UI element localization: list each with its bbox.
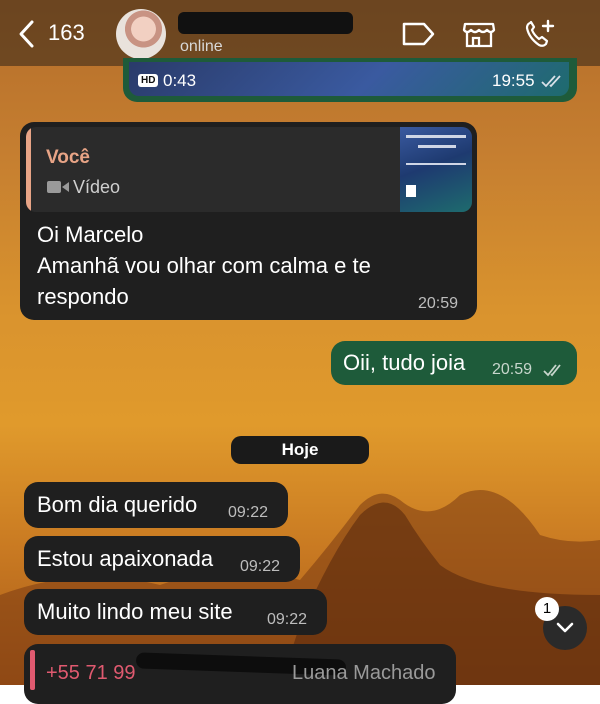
contact-phone: +55 71 99 <box>46 662 136 684</box>
reply-message-text: Oi Marcelo Amanhã vou olhar com calma e … <box>37 219 437 312</box>
reply-time: 20:59 <box>418 295 459 312</box>
incoming-message-text: Muito lindo meu site <box>37 599 233 624</box>
contact-name-redacted[interactable] <box>178 12 353 34</box>
incoming-message-time: 09:22 <box>240 558 281 575</box>
contact-status: online <box>180 38 223 55</box>
chevron-down-icon <box>556 622 574 633</box>
quote-author: Você <box>46 147 91 168</box>
outgoing-video-bubble[interactable]: HD 0:43 19:55 <box>123 58 577 102</box>
incoming-message-time: 09:22 <box>228 504 269 521</box>
outgoing-message-time: 20:59 <box>492 361 533 378</box>
read-ticks-icon <box>543 364 561 377</box>
incoming-message-bubble[interactable]: Muito lindo meu site 09:22 <box>24 589 327 635</box>
video-time: 19:55 <box>492 71 535 90</box>
reply-line-3: respondo <box>37 284 129 309</box>
outgoing-message-bubble[interactable]: Oii, tudo joia 20:59 <box>331 341 577 385</box>
outgoing-message-text: Oii, tudo joia <box>343 350 466 375</box>
quote-accent-bar <box>26 127 31 212</box>
contact-avatar[interactable] <box>116 9 166 59</box>
contact-card-bubble[interactable]: +55 71 99 Luana Machado <box>24 644 456 704</box>
incoming-reply-bubble[interactable]: Você Vídeo Oi Marcelo Amanhã vou olhar c… <box>20 122 477 320</box>
date-separator: Hoje <box>231 436 369 464</box>
reply-line-1: Oi Marcelo <box>37 222 144 247</box>
unread-count-badge: 1 <box>535 597 559 621</box>
video-camera-icon <box>47 181 69 193</box>
contact-name: Luana Machado <box>292 662 436 684</box>
catalog-store-icon[interactable] <box>461 18 497 50</box>
quote-thumbnail <box>400 127 472 212</box>
back-unread-count[interactable]: 163 <box>48 20 85 46</box>
chat-header: 163 online <box>0 0 600 66</box>
quoted-message[interactable]: Você Vídeo <box>26 127 472 212</box>
video-duration: 0:43 <box>163 71 197 90</box>
incoming-message-text: Estou apaixonada <box>37 546 214 571</box>
label-tag-icon[interactable] <box>400 18 436 50</box>
reply-line-2: Amanhã vou olhar com calma e te <box>37 253 371 278</box>
incoming-message-text: Bom dia querido <box>37 492 198 517</box>
contact-accent-bar <box>30 650 35 690</box>
read-ticks-icon <box>541 75 561 88</box>
back-chevron-icon[interactable] <box>16 18 38 50</box>
incoming-message-bubble[interactable]: Bom dia querido 09:22 <box>24 482 288 528</box>
hd-badge: HD <box>138 74 159 87</box>
quote-type: Vídeo <box>73 177 121 197</box>
add-call-icon[interactable] <box>522 18 558 50</box>
incoming-message-bubble[interactable]: Estou apaixonada 09:22 <box>24 536 300 582</box>
incoming-message-time: 09:22 <box>267 611 308 628</box>
